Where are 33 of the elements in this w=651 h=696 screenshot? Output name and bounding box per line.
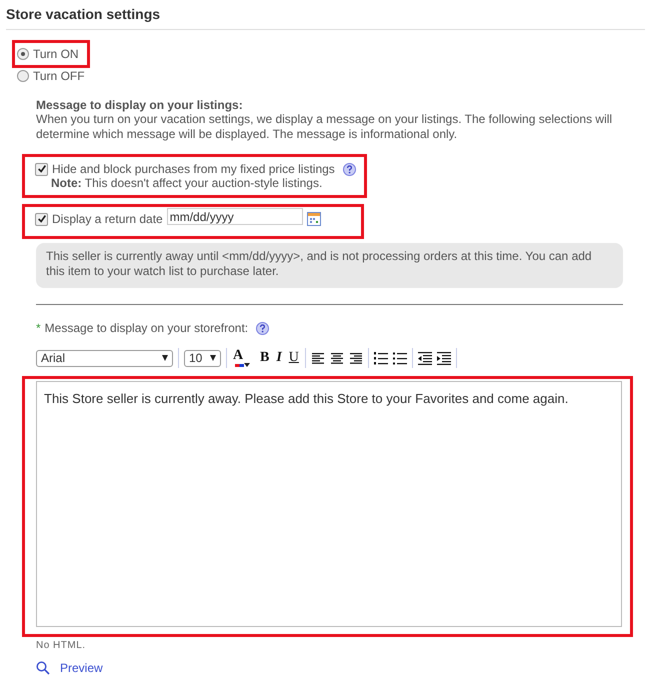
date-field[interactable]: mm/dd/yyyy bbox=[166, 208, 303, 225]
text-color-button[interactable]: A bbox=[232, 349, 254, 367]
radio-option[interactable]: Turn ON bbox=[12, 40, 90, 68]
bullet-list-icon[interactable] bbox=[392, 351, 407, 365]
numbered-list-icon[interactable] bbox=[374, 351, 388, 365]
bold-button[interactable]: B bbox=[259, 351, 270, 365]
search-icon bbox=[36, 661, 50, 675]
listings-heading: Message to display on your listings: bbox=[36, 98, 244, 112]
help-icon[interactable] bbox=[342, 162, 356, 176]
no-html-hint: No HTML. bbox=[36, 640, 87, 651]
storefront-label: Message to display on your storefront: bbox=[44, 321, 248, 335]
message-editor[interactable]: This Store seller is currently away. Please add this Store to your Favorites and come again. bbox=[36, 381, 622, 627]
checkbox[interactable] bbox=[35, 212, 48, 226]
size-dropdown[interactable]: 10 bbox=[184, 350, 221, 366]
listing-message: This seller is currently away until <mm/dd/yyyy>, and is not processing orders at this time. You can add this item to your watch list to purchase later. bbox=[36, 243, 623, 288]
align-left-icon[interactable] bbox=[310, 351, 325, 365]
checkbox[interactable] bbox=[35, 162, 48, 176]
note-text: Note: This doesn't affect your auction-style listings. bbox=[50, 176, 324, 190]
outdent-icon[interactable] bbox=[418, 351, 432, 365]
preview-link[interactable]: Preview bbox=[36, 661, 103, 675]
indent-icon[interactable] bbox=[436, 351, 451, 365]
required-mark: * bbox=[36, 321, 41, 335]
listings-description: When you turn on your vacation settings, we display a message on your listings. The following selections will determine which message will be displayed. The message is informational only. bbox=[36, 112, 614, 142]
calendar-icon[interactable] bbox=[306, 212, 321, 226]
font-dropdown[interactable]: Arial bbox=[36, 350, 173, 366]
align-center-icon[interactable] bbox=[330, 351, 344, 365]
checkbox-label: Display a return date bbox=[52, 212, 163, 226]
section-title: Store vacation settings bbox=[6, 0, 645, 30]
help-icon[interactable] bbox=[256, 322, 270, 334]
italic-button[interactable]: I bbox=[275, 351, 283, 365]
align-right-icon[interactable] bbox=[348, 351, 363, 365]
underline-button[interactable]: U bbox=[288, 351, 300, 365]
checkbox-label: Hide and block purchases from my fixed price listings bbox=[52, 162, 335, 176]
